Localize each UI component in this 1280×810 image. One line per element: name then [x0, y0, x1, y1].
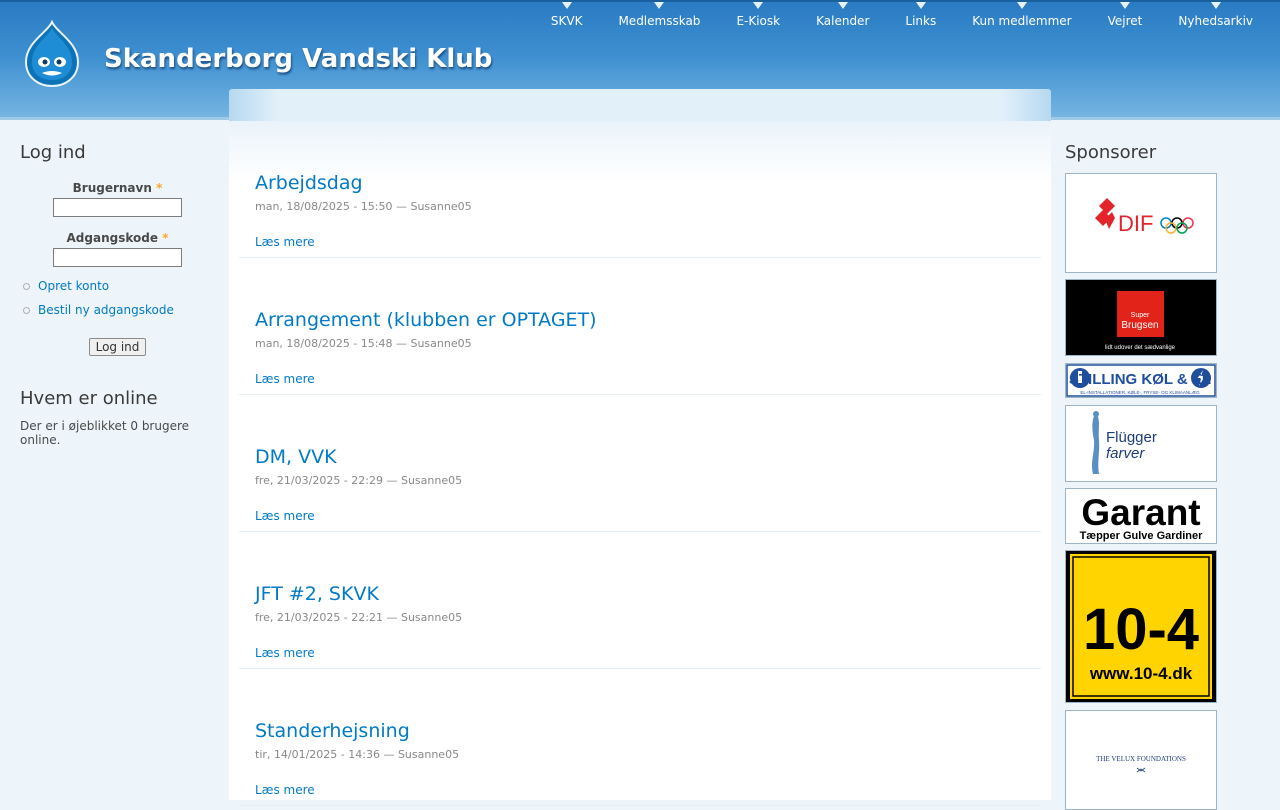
username-label: Brugernavn * — [20, 181, 215, 195]
read-more-link[interactable]: Læs mere — [255, 235, 315, 249]
username-input[interactable] — [53, 198, 182, 217]
stilling-name: STILLING KØL & EL — [1069, 371, 1211, 388]
password-input[interactable] — [53, 248, 182, 267]
sponsor-flugger[interactable]: Flügger farver — [1065, 405, 1217, 482]
read-more-link[interactable]: Læs mere — [255, 372, 315, 386]
nav-item-links[interactable]: Links — [905, 2, 936, 28]
read-more-link[interactable]: Læs mere — [255, 646, 315, 660]
who-online-text: Der er i øjeblikket 0 brugere online. — [20, 419, 190, 447]
velux-name: THE VELUX FOUNDATIONS — [1096, 755, 1186, 763]
sponsor-garant[interactable]: Garant Tæpper Gulve Gardiner — [1065, 488, 1217, 544]
create-account-link[interactable]: Opret konto — [38, 279, 109, 293]
news-title[interactable]: JFT #2, SKVK — [255, 583, 379, 605]
drupal-logo[interactable] — [22, 19, 82, 88]
velux-logo-icon: THE VELUX FOUNDATIONS — [1096, 755, 1186, 773]
news-meta: fre, 21/03/2025 - 22:29 — Susanne05 — [255, 474, 463, 487]
news-title[interactable]: Arbejdsdag — [255, 172, 363, 194]
flugger-sub: farver — [1106, 445, 1145, 462]
list-item: Bestil ny adgangskode — [20, 303, 215, 327]
username-label-text: Brugernavn — [72, 181, 152, 195]
login-links: Opret konto Bestil ny adgangskode — [20, 279, 215, 327]
news-title[interactable]: Standerhejsning — [255, 720, 410, 742]
news-item: DM, VVK fre, 21/03/2025 - 22:29 — Susann… — [239, 395, 1041, 532]
news-title[interactable]: DM, VVK — [255, 446, 337, 468]
stilling-sub: EL-INSTALLATIONER, KØLE-, FRYSE- OG KLIM… — [1080, 390, 1200, 395]
news-title[interactable]: Arrangement (klubben er OPTAGET) — [255, 309, 597, 331]
read-more-link[interactable]: Læs mere — [255, 783, 315, 797]
left-sidebar: Log ind Brugernavn * Adgangskode * Opret… — [20, 142, 215, 447]
nav-item-e-kiosk[interactable]: E-Kiosk — [736, 2, 780, 28]
sponsor-superbrugsen[interactable]: Super Brugsen lidt udover det sædvanlige — [1065, 279, 1217, 356]
nav-item-vejret[interactable]: Vejret — [1108, 2, 1142, 28]
nav-item-kun-medlemmer[interactable]: Kun medlemmer — [972, 2, 1072, 28]
stilling-logo-icon: STILLING KØL & EL EL-INSTALLATIONER, KØL… — [1066, 364, 1216, 397]
right-sidebar: Sponsorer DIF Super Brugsen lidt udover … — [1065, 142, 1220, 810]
ten-four-name: 10-4 — [1083, 597, 1199, 662]
sponsor-10-4[interactable]: 10-4 www.10-4.dk — [1065, 550, 1217, 703]
main-content: Arbejdsdag man, 18/08/2025 - 15:50 — Sus… — [229, 121, 1051, 806]
password-label: Adgangskode * — [20, 231, 215, 245]
news-item: Standerhejsning tir, 14/01/2025 - 14:36 … — [239, 669, 1041, 806]
flugger-logo-icon: Flügger farver — [1092, 411, 1157, 474]
list-item: Opret konto — [20, 279, 215, 303]
sponsors-title: Sponsorer — [1065, 142, 1157, 163]
garant-sub: Tæpper Gulve Gardiner — [1080, 530, 1204, 542]
dif-text: DIF — [1118, 211, 1153, 236]
news-item: Arrangement (klubben er OPTAGET) man, 18… — [239, 258, 1041, 395]
primary-nav: SKVK Medlemsskab E-Kiosk Kalender Links … — [515, 2, 1253, 28]
garant-logo-icon: Garant Tæpper Gulve Gardiner — [1080, 492, 1204, 542]
read-more-link[interactable]: Læs mere — [255, 509, 315, 523]
sponsor-stilling[interactable]: STILLING KØL & EL EL-INSTALLATIONER, KØL… — [1065, 363, 1217, 398]
nav-item-medlemsskab[interactable]: Medlemsskab — [618, 2, 700, 28]
news-meta: fre, 21/03/2025 - 22:21 — Susanne05 — [255, 611, 463, 624]
garant-name: Garant — [1081, 492, 1200, 533]
request-password-link[interactable]: Bestil ny adgangskode — [38, 303, 174, 317]
news-meta: tir, 14/01/2025 - 14:36 — Susanne05 — [255, 748, 460, 761]
who-online-title: Hvem er online — [20, 388, 158, 409]
required-mark: * — [162, 231, 169, 245]
login-block-title: Log ind — [20, 142, 86, 163]
superbrugsen-name: Brugsen — [1121, 320, 1158, 331]
ten-four-logo-icon: 10-4 www.10-4.dk — [1070, 554, 1212, 699]
news-item: Arbejdsdag man, 18/08/2025 - 15:50 — Sus… — [239, 121, 1041, 258]
content-top-edge — [229, 89, 1051, 121]
news-meta: man, 18/08/2025 - 15:50 — Susanne05 — [255, 200, 472, 213]
superbrugsen-small: Super — [1131, 312, 1150, 319]
password-label-text: Adgangskode — [66, 231, 158, 245]
nav-item-nyhedsarkiv[interactable]: Nyhedsarkiv — [1178, 2, 1253, 28]
superbrugsen-tagline: lidt udover det sædvanlige — [1105, 345, 1176, 351]
sponsor-velux[interactable]: THE VELUX FOUNDATIONS — [1065, 710, 1217, 810]
required-mark: * — [156, 181, 163, 195]
nav-item-kalender[interactable]: Kalender — [816, 2, 869, 28]
news-meta: man, 18/08/2025 - 15:48 — Susanne05 — [255, 337, 472, 350]
sponsor-dif[interactable]: DIF — [1065, 173, 1217, 273]
news-item: JFT #2, SKVK fre, 21/03/2025 - 22:21 — S… — [239, 532, 1041, 669]
nav-item-skvk[interactable]: SKVK — [551, 2, 582, 28]
site-name[interactable]: Skanderborg Vandski Klub — [104, 44, 492, 74]
login-button[interactable]: Log ind — [88, 338, 147, 356]
flugger-name: Flügger — [1106, 429, 1157, 446]
dif-logo-icon: DIF — [1095, 198, 1194, 236]
ten-four-url: www.10-4.dk — [1089, 664, 1193, 683]
superbrugsen-logo-icon: Super Brugsen lidt udover det sædvanlige — [1105, 291, 1176, 351]
